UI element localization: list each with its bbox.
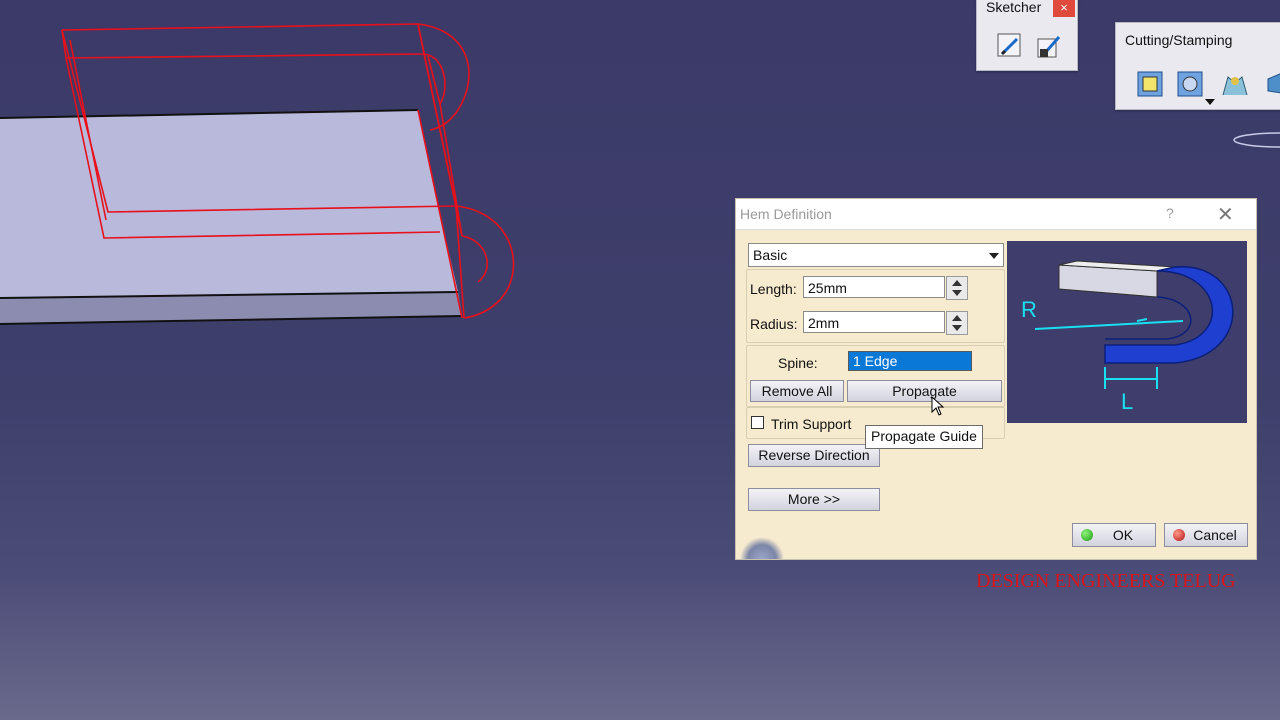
mouse-cursor-icon — [931, 396, 945, 416]
viewport-ellipse-mark — [1233, 132, 1280, 148]
part-viewport[interactable] — [0, 0, 700, 340]
reverse-direction-button[interactable]: Reverse Direction — [748, 444, 880, 467]
more-stamp-icon[interactable] — [1264, 69, 1280, 99]
trim-support-checkbox[interactable] — [751, 416, 764, 429]
cancel-icon — [1173, 529, 1185, 541]
cutting-stamping-toolbar[interactable]: Cutting/Stamping — [1115, 22, 1280, 110]
length-label: Length: — [750, 281, 797, 297]
length-field[interactable]: 25mm — [803, 276, 945, 298]
hem-preview-image: R L — [1007, 241, 1247, 423]
sketch-icon[interactable] — [995, 31, 1025, 61]
radius-label: Radius: — [750, 316, 798, 332]
sketcher-toolbar-title: Sketcher — [986, 0, 1042, 15]
help-button[interactable]: ? — [1166, 205, 1174, 221]
cutting-toolbar-title: Cutting/Stamping — [1125, 32, 1233, 48]
preview-radius-label: R — [1021, 297, 1037, 322]
positioned-sketch-icon[interactable] — [1035, 31, 1065, 61]
hem-type-value: Basic — [753, 247, 788, 263]
spine-label: Spine: — [778, 355, 818, 371]
trim-support-label: Trim Support — [771, 416, 852, 432]
remove-all-button[interactable]: Remove All — [750, 380, 844, 402]
spine-field[interactable]: 1 Edge — [848, 351, 972, 371]
sketcher-toolbar[interactable]: Sketcher × — [976, 0, 1078, 71]
ok-label: OK — [1112, 527, 1134, 543]
hole-icon[interactable] — [1175, 69, 1205, 99]
propagate-guide-tooltip: Propagate Guide — [865, 425, 983, 449]
radius-field[interactable]: 2mm — [803, 311, 945, 333]
cut-out-icon[interactable] — [1135, 69, 1165, 99]
stamp-icon[interactable] — [1220, 69, 1250, 99]
sheet-metal-plate[interactable] — [0, 109, 463, 325]
radius-stepper[interactable] — [946, 311, 968, 335]
sketcher-close-button[interactable]: × — [1053, 0, 1075, 17]
more-button[interactable]: More >> — [748, 488, 880, 511]
dialog-titlebar[interactable]: Hem Definition ? ✕ — [736, 199, 1256, 230]
ok-button[interactable]: OK — [1072, 523, 1156, 547]
dialog-close-button[interactable]: ✕ — [1217, 202, 1234, 227]
watermark-text: DESIGN ENGINEERS TELUG — [976, 570, 1236, 592]
propagate-button[interactable]: Propagate — [847, 380, 1002, 402]
hem-definition-dialog[interactable]: Hem Definition ? ✕ Basic Length: 25mm Ra… — [735, 198, 1257, 560]
toolbar-dropdown-arrow[interactable] — [1205, 99, 1215, 105]
ok-icon — [1081, 529, 1093, 541]
length-stepper[interactable] — [946, 276, 968, 300]
cancel-label: Cancel — [1193, 527, 1237, 543]
dialog-title: Hem Definition — [740, 206, 832, 222]
dialog-corner-logo — [736, 533, 784, 559]
preview-length-label: L — [1121, 389, 1133, 414]
chevron-down-icon[interactable] — [989, 253, 999, 259]
hem-type-select[interactable]: Basic — [748, 243, 1004, 267]
cancel-button[interactable]: Cancel — [1164, 523, 1248, 547]
